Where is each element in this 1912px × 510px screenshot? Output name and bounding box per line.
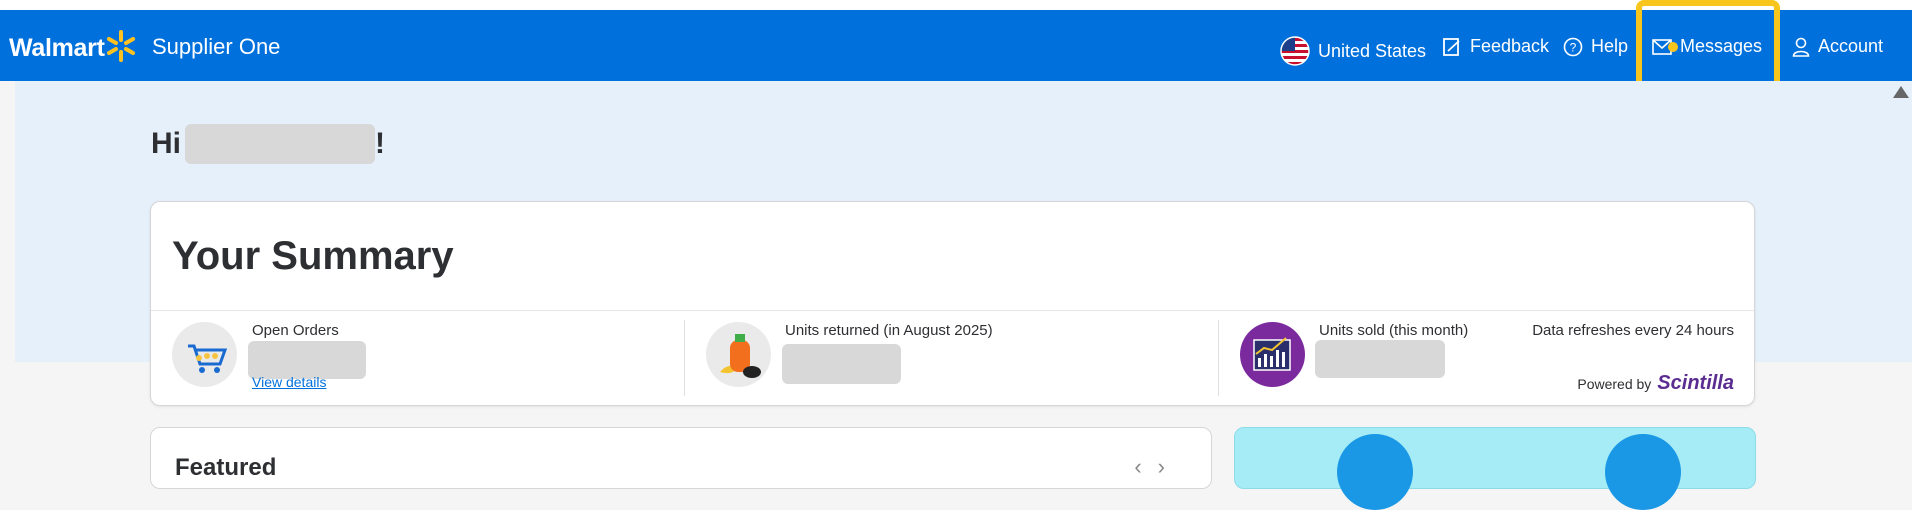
us-flag-icon [1280,36,1310,66]
scrollbar-up-arrow[interactable] [1893,86,1909,98]
sales-chart-icon [1240,322,1305,387]
feedback-link[interactable]: Feedback [1442,36,1549,57]
greeting-suffix: ! [375,127,385,160]
open-orders-label: Open Orders [252,322,339,339]
help-link[interactable]: ? Help [1563,36,1628,57]
feedback-icon [1443,37,1460,56]
summary-divider [151,310,1754,311]
scintilla-logo[interactable]: Scintilla [1657,372,1734,395]
user-icon [1792,37,1810,57]
help-label: Help [1591,36,1629,56]
product-name[interactable]: Supplier One [152,34,280,60]
feedback-label: Feedback [1470,36,1550,56]
walmart-logo-text[interactable]: Walmart [9,34,105,63]
messages-highlight-box [1636,0,1780,93]
account-link[interactable]: Account [1792,36,1883,57]
detergent-icon [706,322,771,387]
country-label: United States [1318,40,1427,61]
view-details-link[interactable]: View details [252,374,326,390]
data-refresh-note: Data refreshes every 24 hours [1532,322,1734,339]
promo-card [1234,427,1756,510]
cart-icon [172,322,237,387]
country-selector[interactable]: United States [1280,36,1426,66]
powered-by-label: Powered by [1577,376,1652,392]
account-label: Account [1818,36,1884,56]
greeting-heading: Hi ! [151,124,385,164]
mail-promo-icon [1605,434,1681,510]
column-divider [1218,320,1219,396]
help-icon: ? [1563,37,1583,56]
units-returned-value-redacted [782,344,901,384]
units-sold-value-redacted [1315,340,1445,378]
summary-card: Your Summary Open Orders View details Un… [150,201,1755,406]
units-returned-label: Units returned (in August 2025) [785,322,993,339]
walmart-spark-icon [107,30,135,62]
redacted-user-name [185,124,375,164]
column-divider [684,320,685,396]
summary-title: Your Summary [172,234,454,278]
greeting-prefix: Hi [151,127,181,160]
featured-card: Featured ‹› [150,427,1212,489]
featured-title: Featured [175,454,277,481]
units-sold-label: Units sold (this month) [1319,322,1469,339]
top-navigation-bar: Walmart Supplier One United States Feedb… [0,10,1912,81]
carousel-arrows[interactable]: ‹› [1134,454,1181,480]
top-strip [0,0,1912,10]
svg-text:?: ? [1570,40,1577,54]
powered-by: Powered by Scintilla [1577,372,1734,395]
mail-promo-icon [1337,434,1413,510]
